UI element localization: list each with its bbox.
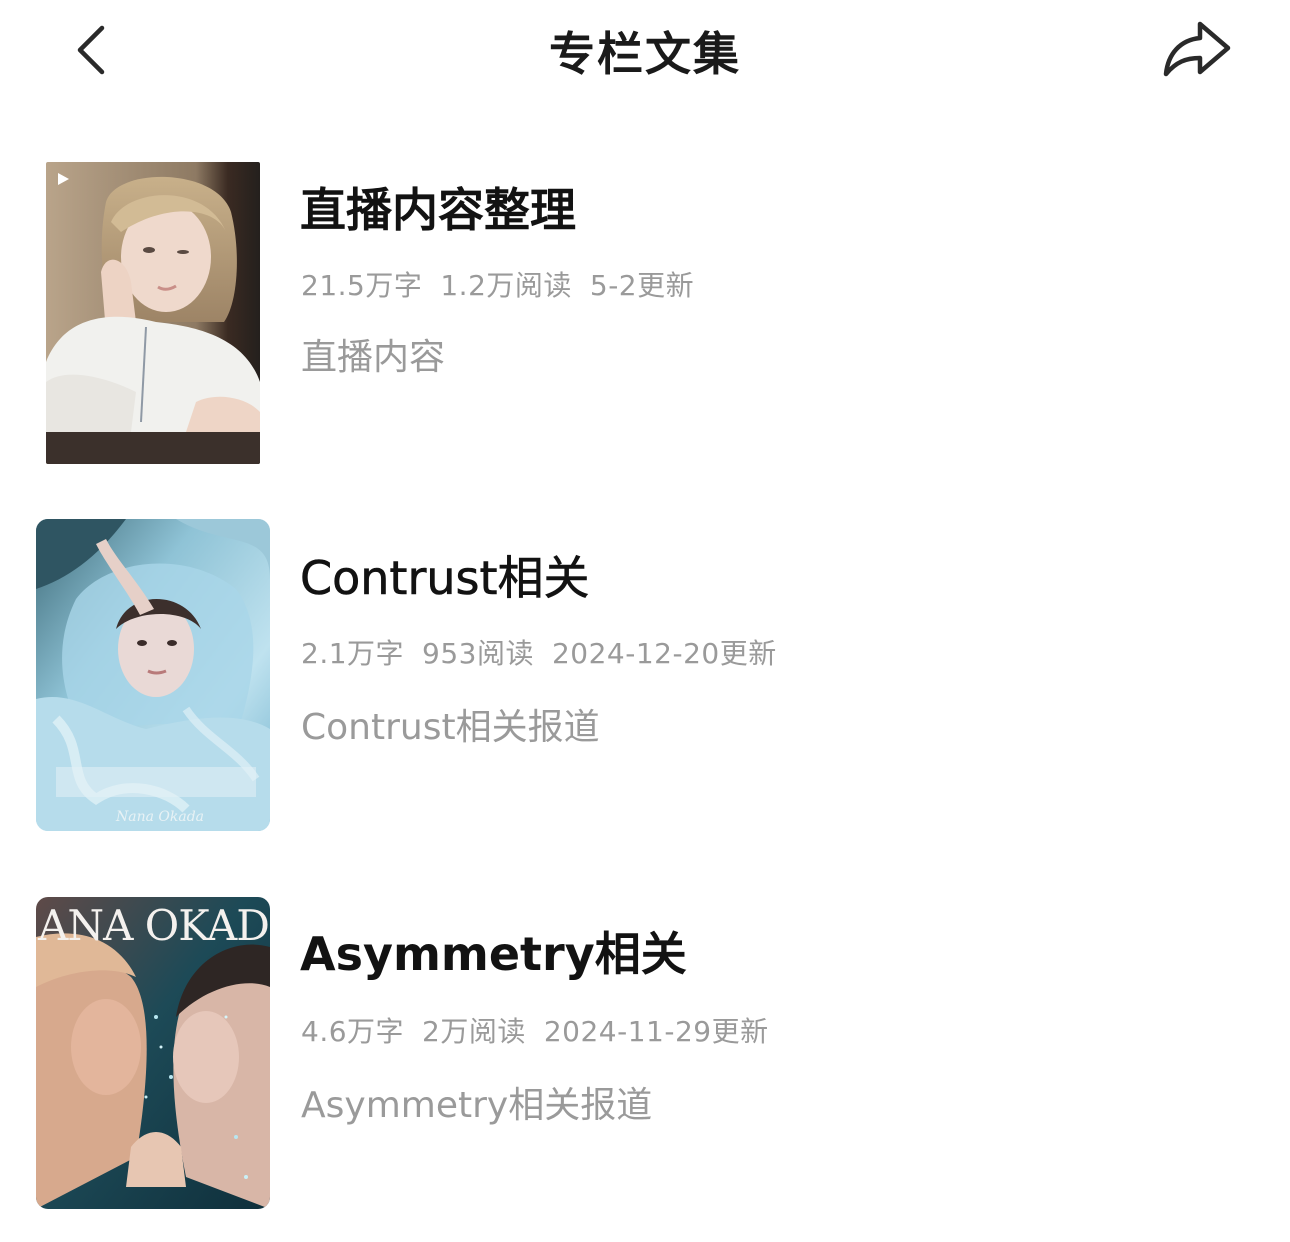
collection-stats: 21.5万字 1.2万阅读 5-2更新 [301, 264, 712, 304]
cover-signature: Nana Okada [116, 809, 205, 825]
update-date: 2024-12-20更新 [551, 637, 777, 670]
share-arrow-icon [1163, 21, 1231, 77]
read-count: 953阅读 [422, 637, 534, 670]
collection-item[interactable]: ANA OKAD Asymmetry相关 4.6万字 2万阅读 2024-11-29… [0, 896, 1290, 1216]
collection-title: Contrust相关 [300, 551, 590, 606]
collection-item[interactable]: Nana Okada Contrust相关 2.1万字 953阅读 2024-12-… [0, 518, 1290, 838]
collection-description: 直播内容 [301, 337, 446, 378]
read-count: 1.2万阅读 [440, 269, 572, 302]
update-date: 2024-11-29更新 [543, 1015, 769, 1048]
update-date: 5-2更新 [589, 269, 695, 302]
word-count: 21.5万字 [301, 269, 423, 302]
collection-title: 直播内容整理 [300, 183, 576, 237]
cover-title-text: ANA OKAD [38, 901, 270, 950]
cover-image: ANA OKAD [36, 897, 270, 1209]
collection-item[interactable]: 直播内容整理 21.5万字 1.2万阅读 5-2更新 直播内容 [0, 160, 1290, 470]
cover-image: Nana Okada [36, 519, 270, 831]
share-button[interactable] [1156, 14, 1240, 86]
collection-title: Asymmetry相关 [300, 927, 687, 981]
collection-stats: 4.6万字 2万阅读 2024-11-29更新 [301, 1010, 787, 1050]
collection-description: Asymmetry相关报道 [301, 1085, 653, 1126]
top-nav-bar: 专栏文集 [0, 0, 1290, 100]
page-title: 专栏文集 [549, 27, 741, 81]
word-count: 4.6万字 [301, 1015, 405, 1048]
word-count: 2.1万字 [301, 637, 405, 670]
play-icon [58, 173, 69, 185]
cover-image [46, 162, 260, 464]
collection-description: Contrust相关报道 [301, 707, 600, 748]
collection-stats: 2.1万字 953阅读 2024-12-20更新 [301, 632, 795, 672]
read-count: 2万阅读 [422, 1015, 526, 1048]
